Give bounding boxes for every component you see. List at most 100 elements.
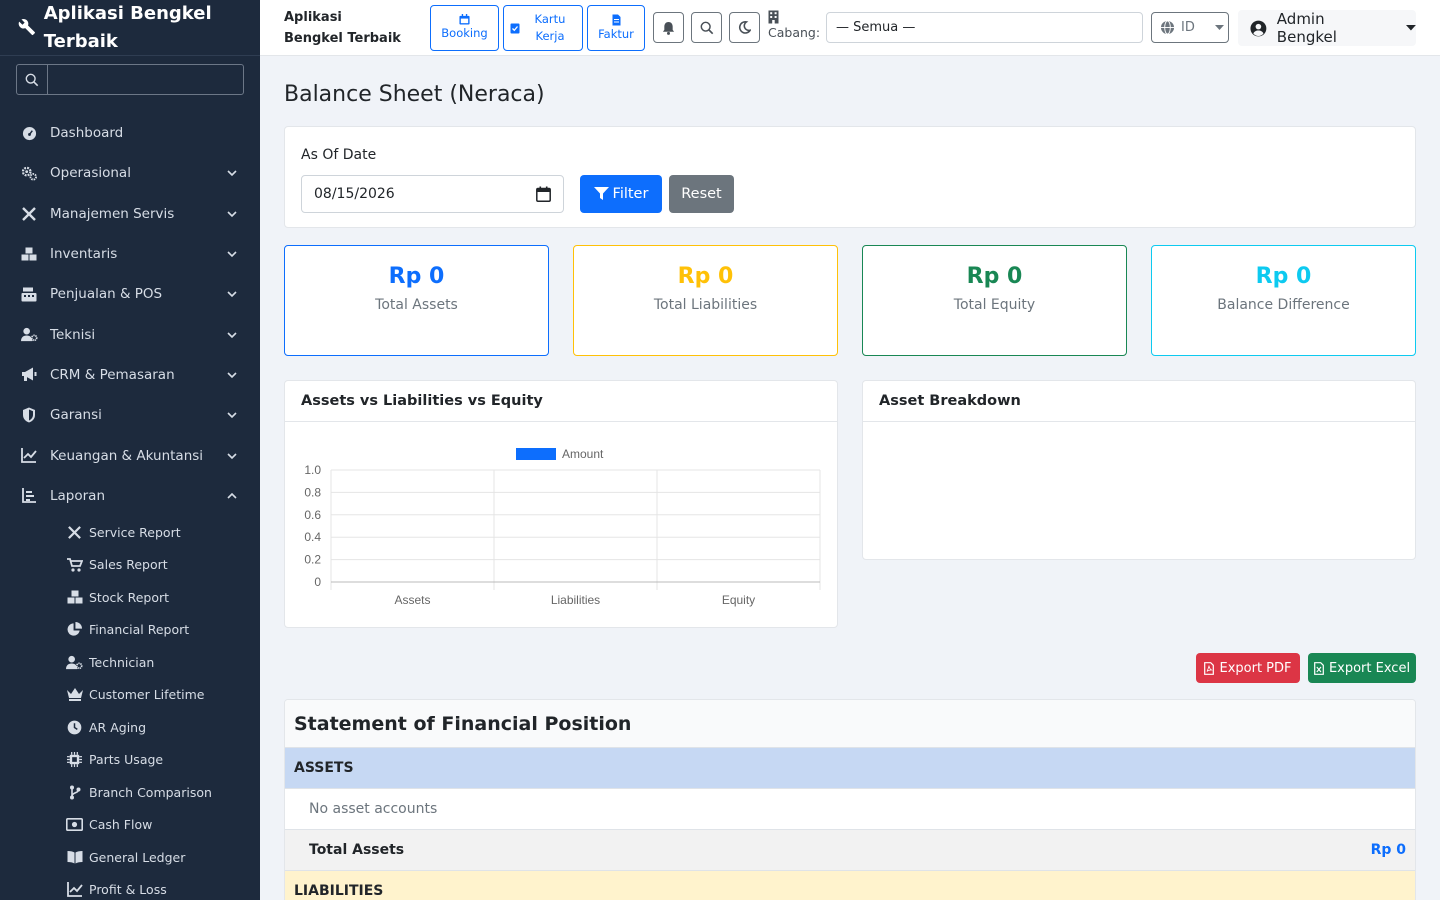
sidebar-item-label: Laporan [50,487,106,504]
brand[interactable]: Aplikasi Bengkel Terbaik [0,0,260,56]
user-menu[interactable]: Admin Bengkel [1238,10,1416,46]
reset-button[interactable]: Reset [669,175,734,213]
sidebar-subitem-technician[interactable]: Technician [0,646,260,679]
notifications-button[interactable] [653,12,684,43]
stat-total-equity: Rp 0 Total Equity [862,245,1127,356]
search-icon[interactable] [17,65,48,94]
sidebar-subitem-cash-flow[interactable]: Cash Flow [0,808,260,841]
sidebar-search-input[interactable] [48,65,243,94]
sidebar-subitem-label: Stock Report [89,589,170,605]
filter-icon [593,187,609,200]
dark-mode-toggle[interactable] [729,12,760,43]
sidebar-subitem-branch-comparison[interactable]: Branch Comparison [0,776,260,809]
calendar-icon [459,14,470,25]
branch-icon [66,784,83,801]
chevron-down-icon [227,332,237,338]
sidebar-item-label: CRM & Pemasaran [50,366,175,383]
laporan-submenu: Service Report Sales Report Stock Report Fi… [0,516,260,900]
asset-breakdown-title: Asset Breakdown [863,381,1415,422]
sidebar-subitem-label: Service Report [89,524,181,540]
wrench-icon [18,18,35,36]
caret-down-icon [1406,25,1416,31]
sidebar-menu: Dashboard Operasional Manajemen Servis I… [0,113,260,516]
sidebar-subitem-service-report[interactable]: Service Report [0,516,260,549]
kartu-kerja-button[interactable]: Kartu Kerja [503,5,583,51]
x-tick-label: Liabilities [551,593,600,607]
sidebar-subitem-ar-aging[interactable]: AR Aging [0,711,260,744]
sidebar-item-garansi[interactable]: Garansi [0,395,260,435]
file-invoice-icon [612,14,620,25]
sidebar-item-teknisi[interactable]: Teknisi [0,314,260,354]
topbar: Aplikasi Bengkel Terbaik Booking Kartu K… [260,0,1440,56]
user-gear-icon [20,326,38,344]
sidebar-item-label: Manajemen Servis [50,205,175,222]
sidebar-subitem-financial-report[interactable]: Financial Report [0,613,260,646]
clipboard-check-icon [510,23,520,34]
sidebar-item-inventaris[interactable]: Inventaris [0,234,260,274]
sidebar-item-operasional[interactable]: Operasional [0,153,260,193]
money-icon [66,816,83,833]
sidebar: Aplikasi Bengkel Terbaik Dashboard Opera… [0,0,260,900]
y-tick-label: 0 [314,575,321,589]
chart-title: Assets vs Liabilities vs Equity [285,381,837,422]
total-assets-row: Total Assets Rp 0 [285,829,1415,870]
sidebar-item-crm-pemasaran[interactable]: CRM & Pemasaran [0,355,260,395]
chevron-down-icon [227,251,237,258]
search-button[interactable] [691,12,722,43]
sidebar-item-manajemen-servis[interactable]: Manajemen Servis [0,194,260,234]
chevron-up-icon [227,492,237,499]
stat-value: Rp 0 [677,264,734,289]
stat-label: Total Assets [375,297,458,313]
sidebar-item-dashboard[interactable]: Dashboard [0,113,260,153]
sidebar-subitem-parts-usage[interactable]: Parts Usage [0,743,260,776]
total-assets-value: Rp 0 [1370,842,1406,858]
stat-total-liabilities: Rp 0 Total Liabilities [573,245,838,356]
stat-label: Total Liabilities [653,297,758,313]
bar-chart: Amount 0 0.2 0.4 0.6 0.8 1.0 Assets Liabilities E… [304,447,821,607]
asset-breakdown-card: Asset Breakdown [862,380,1416,560]
sidebar-item-label: Dashboard [50,125,124,142]
boxes-icon [20,245,38,263]
globe-icon [1160,20,1175,35]
sidebar-item-keuangan-akuntansi[interactable]: Keuangan & Akuntansi [0,435,260,475]
chevron-down-icon [227,452,237,459]
sidebar-subitem-sales-report[interactable]: Sales Report [0,548,260,581]
chart-card: Assets vs Liabilities vs Equity Amount 0 0… [284,380,838,628]
user-circle-icon [1250,20,1267,36]
export-excel-button[interactable]: Export Excel [1308,653,1416,683]
x-tick-label: Assets [394,593,430,607]
chevron-down-icon [227,211,237,217]
sidebar-subitem-label: Financial Report [89,622,190,638]
building-icon [768,10,779,24]
sidebar-item-penjualan-pos[interactable]: Penjualan & POS [0,274,260,314]
sidebar-item-label: Garansi [50,407,102,424]
filter-button[interactable]: Filter [580,175,662,213]
kartu-kerja-label: Kartu Kerja [534,12,566,43]
user-name: Admin Bengkel [1276,10,1337,46]
sidebar-subitem-general-ledger[interactable]: General Ledger [0,841,260,874]
y-tick-label: 0.4 [304,530,321,544]
sidebar-subitem-profit-loss[interactable]: Profit & Loss [0,873,260,900]
calendar-icon[interactable] [536,186,551,202]
stat-total-assets: Rp 0 Total Assets [284,245,549,356]
filter-label: Filter [612,186,649,202]
line-chart-icon [66,881,83,898]
branch-select[interactable]: — Semua — [826,12,1143,43]
chip-icon [66,751,83,768]
sidebar-item-label: Keuangan & Akuntansi [50,447,204,464]
faktur-button[interactable]: Faktur [587,5,645,51]
export-pdf-button[interactable]: Export PDF [1196,653,1300,683]
sidebar-search [16,64,244,95]
total-assets-label: Total Assets [309,842,405,858]
sidebar-item-laporan[interactable]: Laporan [0,476,260,516]
line-chart-icon [20,447,38,465]
megaphone-icon [20,366,38,384]
sidebar-subitem-customer-lifetime[interactable]: Customer Lifetime [0,678,260,711]
as-of-date-input[interactable]: 08/15/2026 [301,175,564,213]
language-select[interactable]: ID [1151,12,1229,43]
booking-button[interactable]: Booking [430,5,499,51]
sidebar-subitem-stock-report[interactable]: Stock Report [0,581,260,614]
stat-label: Total Equity [953,297,1036,313]
sidebar-subitem-label: Branch Comparison [89,784,212,800]
tools-icon [20,205,38,223]
